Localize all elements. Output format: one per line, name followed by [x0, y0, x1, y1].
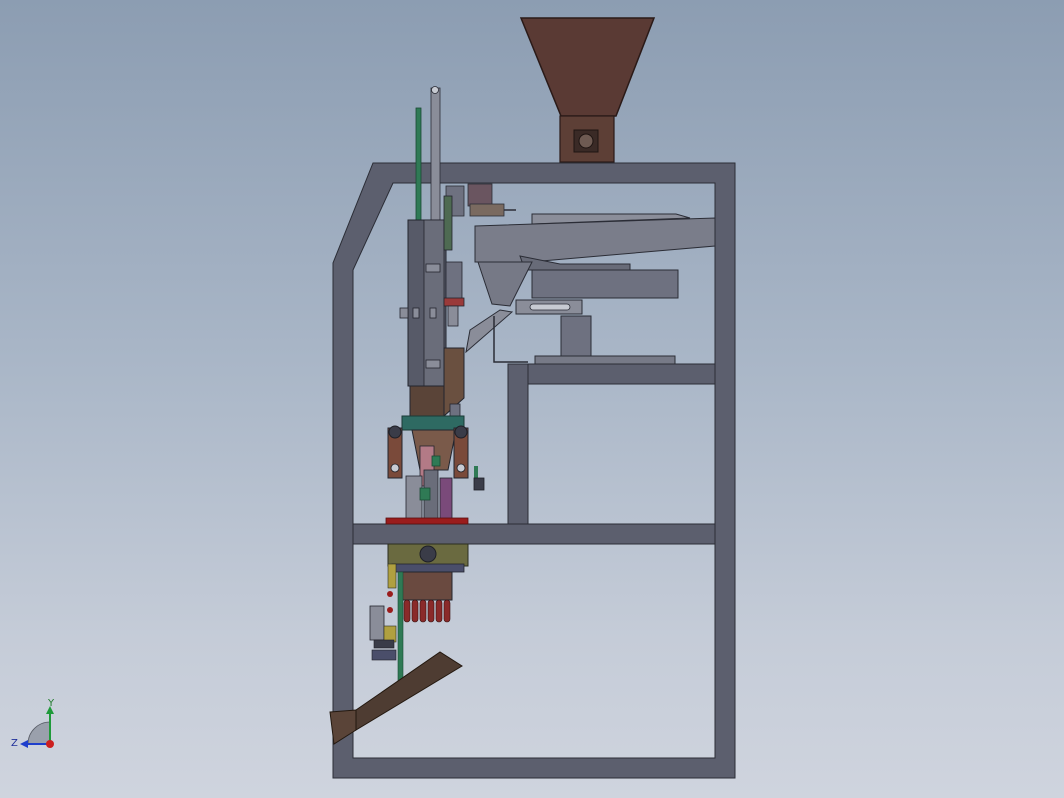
z-axis-arrow: [20, 740, 28, 748]
vibratory-feeder: [465, 213, 716, 365]
forming-head: [385, 415, 485, 525]
z-axis-label: Z: [11, 738, 18, 749]
machine-drawing: Y Z: [11, 17, 736, 779]
guide-rods: [415, 86, 516, 221]
x-axis-dot: [46, 740, 54, 748]
axis-triad: Y Z: [11, 698, 55, 749]
feed-hopper: [519, 17, 656, 163]
cad-viewport[interactable]: Y Z: [0, 0, 1064, 798]
y-axis-label: Y: [47, 698, 55, 709]
vertical-magazine: [399, 195, 465, 419]
